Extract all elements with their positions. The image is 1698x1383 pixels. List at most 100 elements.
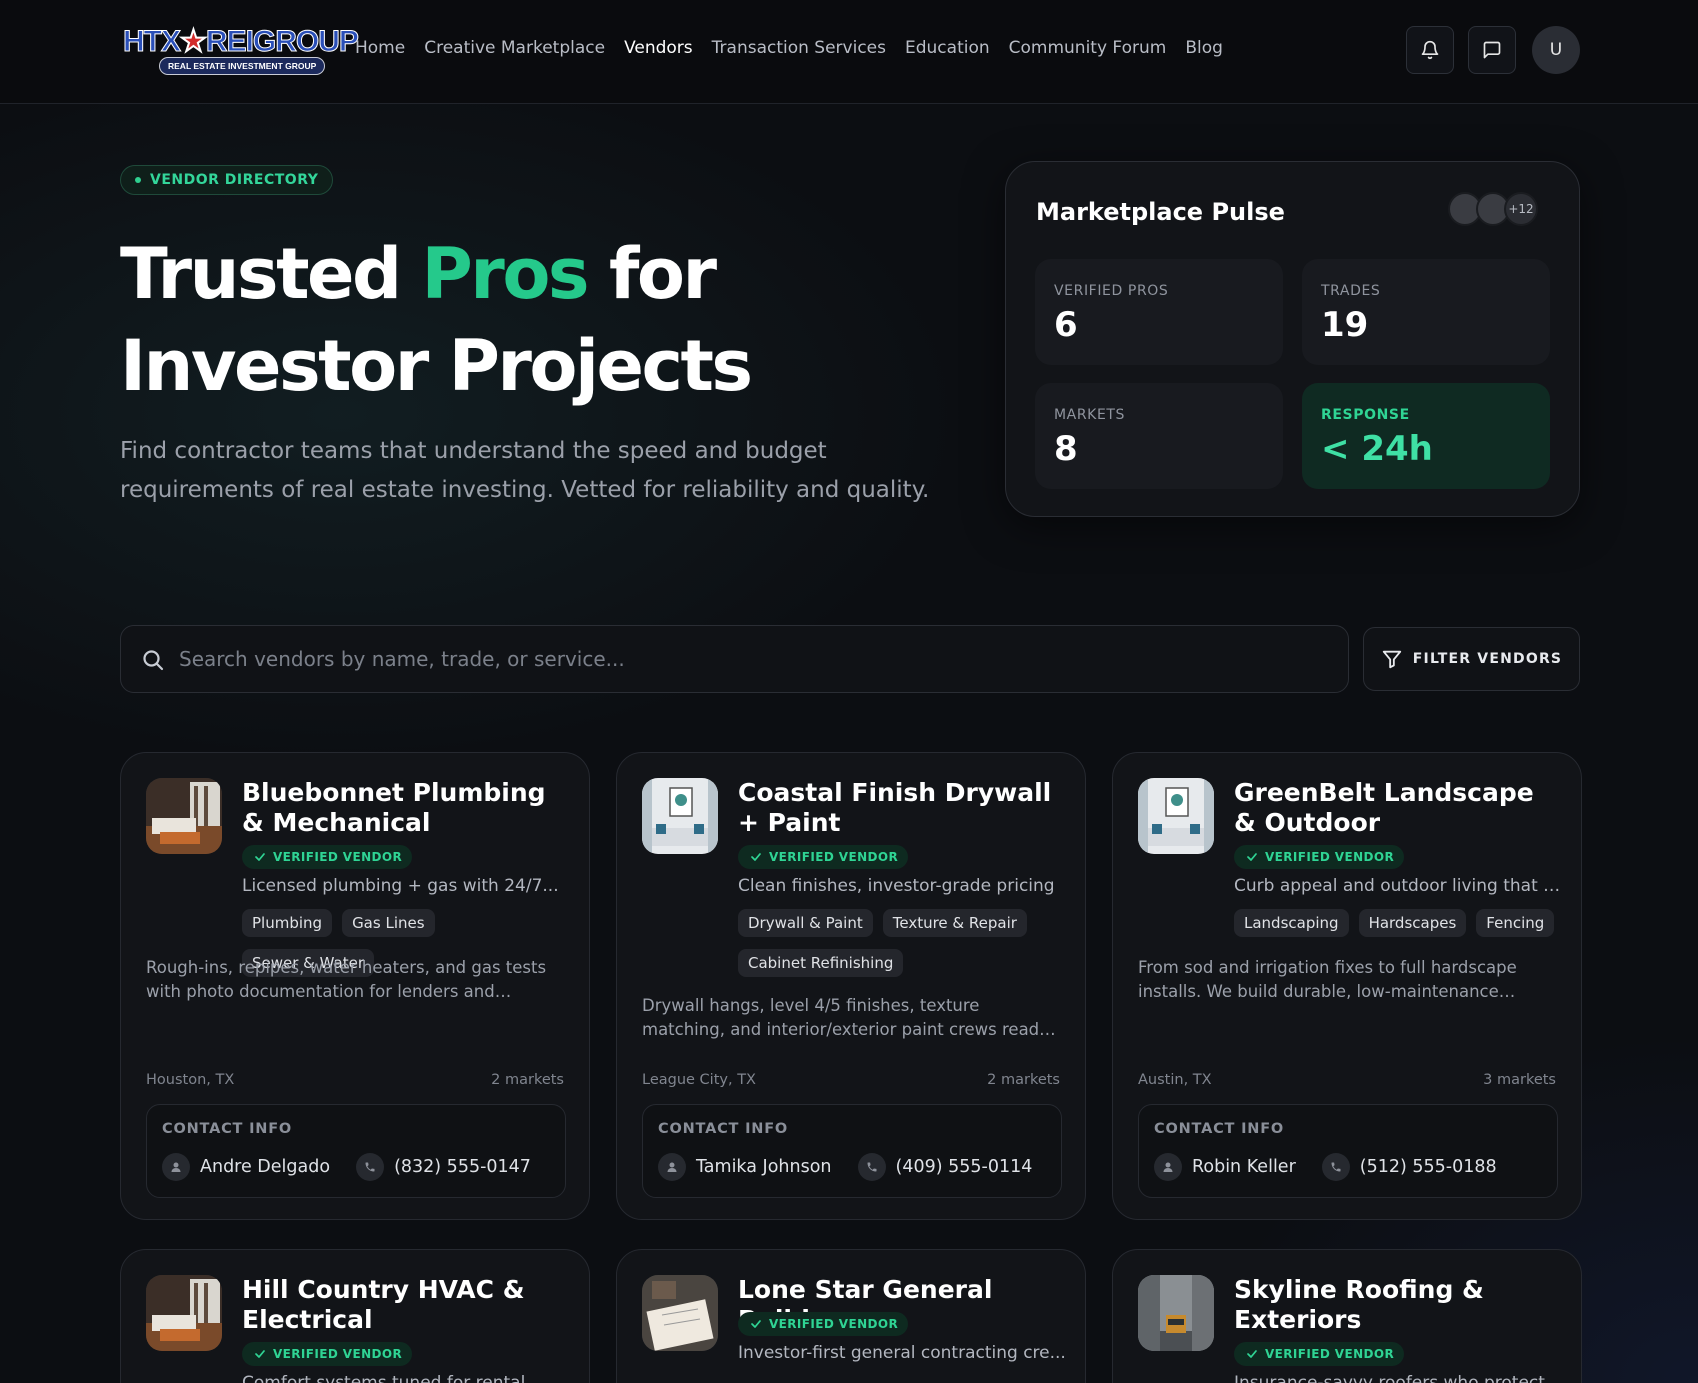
contact-row: Tamika Johnson (409) 555-0114 — [658, 1153, 1032, 1181]
vendor-markets: 2 markets — [491, 1072, 564, 1088]
vendor-directory-badge: VENDOR DIRECTORY — [120, 165, 334, 195]
vendor-card[interactable]: Coastal Finish Drywall + Paint VERIFIED … — [616, 752, 1086, 1220]
vendor-card[interactable]: Bluebonnet Plumbing & Mechanical VERIFIE… — [120, 752, 590, 1220]
vendor-thumbnail — [146, 1275, 222, 1351]
trade-tag[interactable]: Gas Lines — [342, 909, 435, 937]
verified-vendor-badge: VERIFIED VENDOR — [738, 1312, 909, 1336]
hero-title-part: Trusted — [120, 233, 422, 315]
contact-row: Andre Delgado (832) 555-0147 — [162, 1153, 531, 1181]
verified-label: VERIFIED VENDOR — [273, 850, 403, 864]
vendor-name[interactable]: Hill Country HVAC & Electrical — [242, 1275, 572, 1335]
contact-info-label: CONTACT INFO — [1154, 1121, 1285, 1137]
verified-label: VERIFIED VENDOR — [273, 1347, 403, 1361]
check-icon — [751, 1320, 761, 1328]
check-icon — [255, 1350, 265, 1358]
filter-label: FILTER VENDORS — [1412, 651, 1563, 667]
verified-label: VERIFIED VENDOR — [1265, 850, 1395, 864]
stat-response: RESPONSE < 24h — [1302, 383, 1550, 489]
vendor-card[interactable]: GreenBelt Landscape & Outdoor VERIFIED V… — [1112, 752, 1582, 1220]
contact-row: Robin Keller (512) 555-0188 — [1154, 1153, 1497, 1181]
messages-button[interactable] — [1468, 26, 1516, 74]
pulse-title: Marketplace Pulse — [1036, 198, 1285, 226]
vendor-tags: Landscaping Hardscapes Fencing — [1234, 909, 1564, 937]
verified-label: VERIFIED VENDOR — [1265, 1347, 1395, 1361]
contact-phone[interactable]: (409) 555-0114 — [896, 1157, 1033, 1177]
room-image — [642, 778, 718, 854]
trade-tag[interactable]: Fencing — [1476, 909, 1555, 937]
verified-label: VERIFIED VENDOR — [769, 1317, 899, 1331]
contact-phone[interactable]: (832) 555-0147 — [394, 1157, 531, 1177]
nav-creative-marketplace[interactable]: Creative Marketplace — [424, 38, 605, 58]
notifications-button[interactable] — [1406, 26, 1454, 74]
stat-value: 8 — [1054, 429, 1078, 469]
vendor-description: From sod and irrigation fixes to full ha… — [1138, 958, 1517, 1001]
search-input[interactable] — [179, 626, 1329, 692]
more-members-count: +12 — [1504, 192, 1538, 226]
trade-tag[interactable]: Drywall & Paint — [738, 909, 873, 937]
top-navbar: HTX★REIGROUP REAL ESTATE INVESTMENT GROU… — [0, 0, 1698, 104]
vendor-card[interactable]: Lone Star General Builders VERIFIED VEND… — [616, 1249, 1086, 1383]
vendor-markets: 3 markets — [1483, 1072, 1556, 1088]
vendor-name[interactable]: Bluebonnet Plumbing & Mechanical — [242, 778, 572, 838]
filter-vendors-button[interactable]: FILTER VENDORS — [1363, 627, 1580, 691]
contact-info-label: CONTACT INFO — [162, 1121, 293, 1137]
trade-tag[interactable]: Landscaping — [1234, 909, 1349, 937]
user-avatar[interactable]: U — [1532, 26, 1580, 74]
contact-info-box: CONTACT INFO Tamika Johnson (409) 555-01… — [642, 1104, 1062, 1198]
vendor-directory-label: VENDOR DIRECTORY — [150, 172, 319, 188]
vendor-name[interactable]: Skyline Roofing & Exteriors — [1234, 1275, 1564, 1335]
check-icon — [255, 853, 265, 861]
vendor-description: Drywall hangs, level 4/5 finishes, textu… — [642, 996, 1049, 1039]
phone-icon — [1321, 1153, 1350, 1181]
room-image — [146, 778, 222, 854]
person-icon — [658, 1153, 686, 1181]
check-icon — [751, 853, 761, 861]
vendor-location: Austin, TX — [1138, 1072, 1212, 1088]
trade-tag[interactable]: Cabinet Refinishing — [738, 949, 904, 977]
vendor-tagline: Curb appeal and outdoor living that s... — [1234, 876, 1564, 896]
vendor-card[interactable]: Hill Country HVAC & Electrical VERIFIED … — [120, 1249, 590, 1383]
contact-info-box: CONTACT INFO Robin Keller (512) 555-0188 — [1138, 1104, 1558, 1198]
trade-tag[interactable]: Hardscapes — [1358, 909, 1467, 937]
trade-tag[interactable]: Texture & Repair — [882, 909, 1027, 937]
vendor-card[interactable]: Skyline Roofing & Exteriors VERIFIED VEN… — [1112, 1249, 1582, 1383]
nav-community-forum[interactable]: Community Forum — [1009, 38, 1167, 58]
hero-title-accent: Pros — [421, 233, 590, 315]
status-dot — [135, 177, 141, 183]
vendor-tagline: Insurance-savvy roofers who protect... — [1234, 1373, 1562, 1383]
hero-title-line2: Investor Projects — [120, 325, 753, 407]
person-icon — [1154, 1153, 1182, 1181]
nav-vendors[interactable]: Vendors — [624, 38, 693, 58]
contact-phone[interactable]: (512) 555-0188 — [1360, 1157, 1497, 1177]
stat-label: RESPONSE — [1321, 407, 1410, 423]
site-logo[interactable]: HTX★REIGROUP REAL ESTATE INVESTMENT GROU… — [123, 22, 359, 78]
nav-transaction-services[interactable]: Transaction Services — [712, 38, 886, 58]
vendor-location: Houston, TX — [146, 1072, 235, 1088]
trade-tag[interactable]: Plumbing — [242, 909, 333, 937]
contact-name: Tamika Johnson — [696, 1157, 832, 1177]
stat-trades: TRADES 19 — [1302, 259, 1550, 365]
hero-title-part: for — [587, 233, 717, 315]
stat-value: 19 — [1321, 305, 1369, 345]
nav-home[interactable]: Home — [355, 38, 405, 58]
stat-label: MARKETS — [1054, 407, 1126, 423]
phone-icon — [356, 1153, 385, 1181]
main-nav: Home Creative Marketplace Vendors Transa… — [355, 38, 1242, 58]
nav-education[interactable]: Education — [905, 38, 990, 58]
vendor-tags: Drywall & Paint Texture & Repair Cabinet… — [738, 909, 1068, 977]
vendor-markets: 2 markets — [987, 1072, 1060, 1088]
contact-info-label: CONTACT INFO — [658, 1121, 789, 1137]
vendor-tagline: Investor-first general contracting cre..… — [738, 1343, 1066, 1363]
vendor-description: Rough-ins, repipes, water heaters, and g… — [146, 958, 547, 1001]
contact-name: Andre Delgado — [200, 1157, 331, 1177]
stat-verified-pros: VERIFIED PROS 6 — [1035, 259, 1283, 365]
verified-vendor-badge: VERIFIED VENDOR — [242, 845, 413, 869]
contact-name: Robin Keller — [1192, 1157, 1296, 1177]
vendor-name[interactable]: GreenBelt Landscape & Outdoor — [1234, 778, 1564, 838]
nav-blog[interactable]: Blog — [1185, 38, 1223, 58]
vendor-name[interactable]: Coastal Finish Drywall + Paint — [738, 778, 1068, 838]
vendor-tagline: Comfort systems tuned for rental... — [242, 1373, 542, 1383]
vendor-thumbnail — [642, 1275, 718, 1351]
logo-tagline: REAL ESTATE INVESTMENT GROUP — [159, 57, 326, 75]
person-icon — [162, 1153, 190, 1181]
